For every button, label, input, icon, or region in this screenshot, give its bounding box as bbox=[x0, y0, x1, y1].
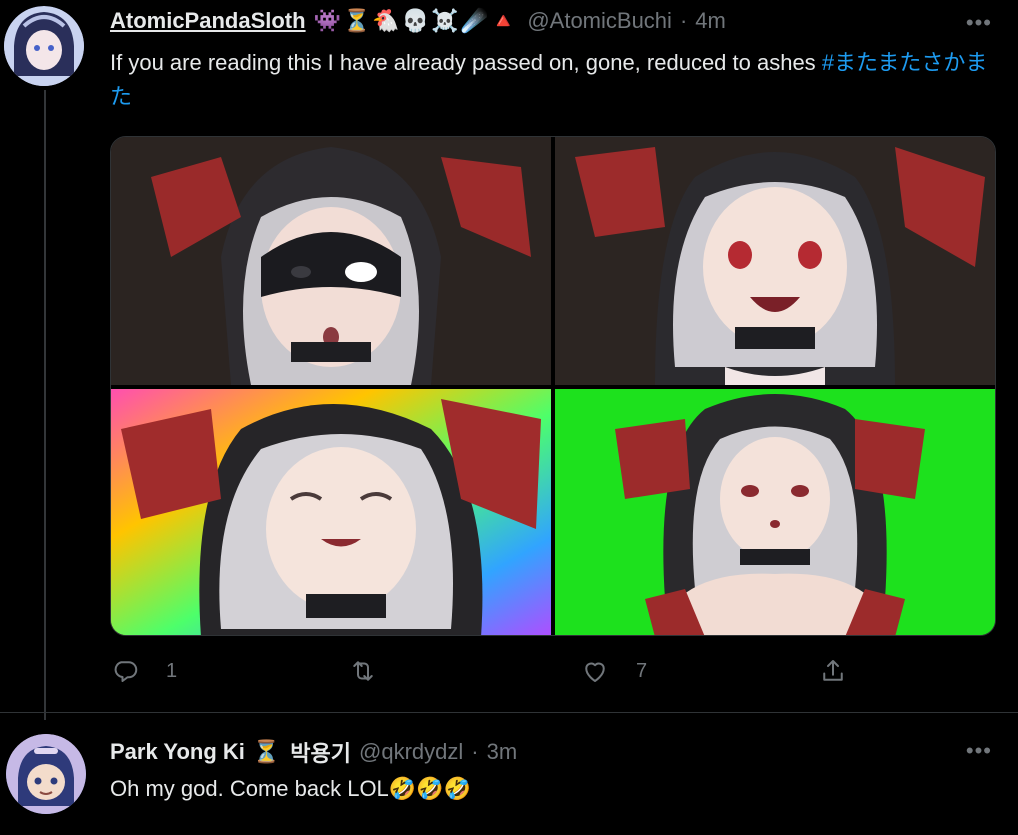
like-icon bbox=[585, 662, 605, 682]
reply-count: 1 bbox=[166, 659, 178, 682]
author-handle[interactable]: @AtomicBuchi bbox=[527, 8, 672, 34]
separator: · bbox=[679, 8, 688, 33]
reply-icon bbox=[114, 661, 138, 682]
author-name[interactable]: Park Yong Ki bbox=[110, 739, 245, 765]
anime-character-smiling-image bbox=[555, 137, 995, 385]
thread-line bbox=[44, 90, 46, 720]
timestamp[interactable]: 3m bbox=[487, 739, 518, 765]
tweet-text: If you are reading this I have already p… bbox=[110, 46, 990, 114]
tweet-header: Park Yong Ki ⏳ 박용기 @qkrdydzl · 3m bbox=[110, 736, 517, 768]
divider bbox=[0, 712, 1018, 713]
author-handle[interactable]: @qkrdydzl bbox=[359, 739, 463, 765]
media-image-4[interactable] bbox=[555, 389, 995, 635]
media-image-3[interactable] bbox=[111, 389, 551, 635]
more-icon[interactable]: ••• bbox=[966, 10, 992, 36]
like-button[interactable]: 7 bbox=[580, 656, 647, 686]
tweet[interactable]: Park Yong Ki ⏳ 박용기 @qkrdydzl · 3m ••• Oh… bbox=[0, 712, 1018, 835]
author-name[interactable]: AtomicPandaSloth bbox=[110, 8, 306, 34]
tweet-text: Oh my god. Come back LOL🤣🤣🤣 bbox=[110, 772, 990, 806]
tweet[interactable]: AtomicPandaSloth 👾⏳🐔💀☠️☄️🔺 @AtomicBuchi … bbox=[0, 0, 1018, 720]
tweet-text-body: Oh my god. Come back LOL bbox=[110, 776, 389, 801]
like-count: 7 bbox=[636, 659, 648, 682]
tweet-text-emojis: 🤣🤣🤣 bbox=[388, 776, 471, 801]
media-image-2[interactable] bbox=[555, 137, 995, 385]
avatar[interactable] bbox=[6, 734, 86, 814]
tweet-header: AtomicPandaSloth 👾⏳🐔💀☠️☄️🔺 @AtomicBuchi … bbox=[110, 8, 726, 34]
separator: · bbox=[471, 739, 479, 764]
media-grid bbox=[110, 136, 996, 636]
avatar-image bbox=[4, 6, 84, 86]
retweet-button[interactable] bbox=[348, 656, 404, 686]
reply-button[interactable]: 1 bbox=[110, 656, 177, 686]
author-emojis: ⏳ bbox=[252, 739, 283, 764]
retweet-icon bbox=[353, 661, 373, 681]
share-icon bbox=[823, 660, 843, 681]
author-emojis: 👾⏳🐔💀☠️☄️🔺 bbox=[313, 8, 520, 33]
media-image-1[interactable] bbox=[111, 137, 551, 385]
author-name-korean[interactable]: 박용기 bbox=[290, 736, 351, 768]
anime-character-masked-image bbox=[111, 137, 551, 385]
avatar[interactable] bbox=[4, 6, 84, 86]
tweet-actions: 1 7 bbox=[110, 656, 870, 696]
tweet-text-body: If you are reading this I have already p… bbox=[110, 50, 822, 75]
timestamp[interactable]: 4m bbox=[695, 8, 726, 34]
anime-character-greenscreen-image bbox=[555, 389, 995, 635]
anime-character-laughing-image bbox=[111, 389, 551, 635]
avatar-image bbox=[6, 734, 86, 814]
more-icon[interactable]: ••• bbox=[966, 738, 992, 764]
share-button[interactable] bbox=[818, 656, 848, 686]
